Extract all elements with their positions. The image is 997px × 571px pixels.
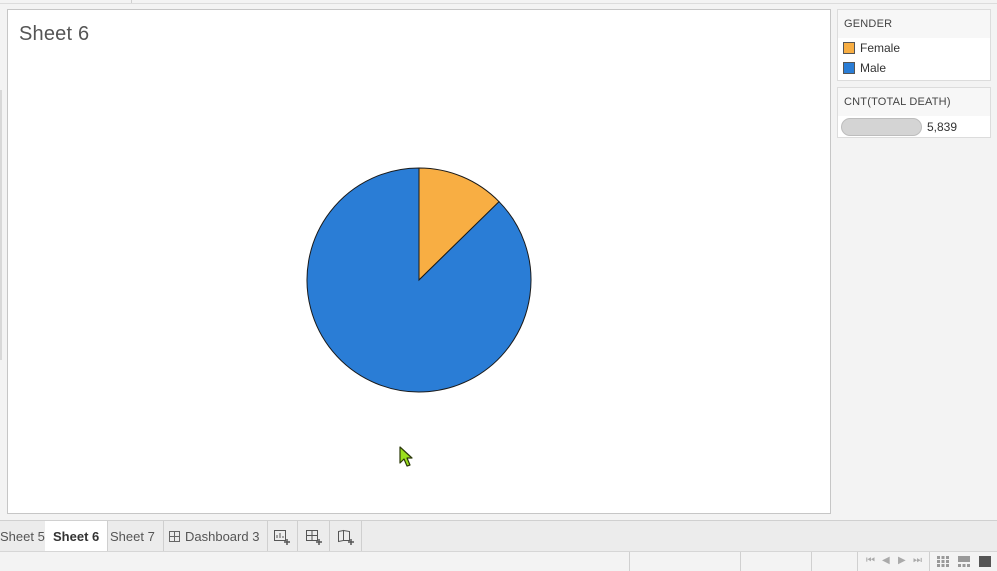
new-story-button[interactable] <box>330 521 362 552</box>
left-pane-edge <box>0 90 2 360</box>
worksheet-canvas[interactable]: Sheet 6 <box>7 9 831 514</box>
prev-page-icon[interactable]: ◀ <box>882 555 890 566</box>
legend-item-male[interactable]: Male <box>838 58 990 78</box>
new-worksheet-icon <box>273 529 290 545</box>
color-legend-title: GENDER <box>838 10 990 38</box>
status-divider <box>740 552 741 571</box>
sheet-tab-bar: Sheet 5 Sheet 6 Sheet 7 Dashboard 3 <box>0 520 997 552</box>
new-dashboard-icon <box>305 529 322 545</box>
tab-label: Dashboard 3 <box>185 529 260 544</box>
tab-sheet-6[interactable]: Sheet 6 <box>45 521 109 552</box>
size-legend-title: CNT(TOTAL DEATH) <box>838 88 990 116</box>
size-legend-item[interactable]: 5,839 <box>838 116 990 138</box>
tab-label: Sheet 7 <box>110 529 155 544</box>
status-divider <box>857 552 858 571</box>
new-dashboard-button[interactable] <box>298 521 330 552</box>
new-story-icon <box>337 529 354 545</box>
mouse-cursor-icon <box>399 446 413 467</box>
status-bar: ⏮ ◀ ▶ ⏭ <box>0 551 997 571</box>
size-legend-value: 5,839 <box>927 120 958 134</box>
top-toolbar-edge <box>0 0 997 4</box>
size-legend-bar <box>841 118 922 136</box>
status-divider <box>929 552 930 571</box>
pie-chart[interactable] <box>8 10 830 513</box>
last-page-icon[interactable]: ⏭ <box>913 555 922 566</box>
tab-sheet-7[interactable]: Sheet 7 <box>102 521 164 552</box>
first-page-icon[interactable]: ⏮ <box>866 555 875 566</box>
grid-view-icon[interactable] <box>937 556 949 567</box>
status-divider <box>629 552 630 571</box>
top-toolbar-segment <box>0 0 132 3</box>
filmstrip-view-icon[interactable] <box>958 556 970 567</box>
legend-item-label: Male <box>860 61 887 75</box>
next-page-icon[interactable]: ▶ <box>898 555 906 566</box>
size-legend: CNT(TOTAL DEATH) 5,839 <box>837 87 991 138</box>
status-divider <box>811 552 812 571</box>
legend-swatch <box>843 62 855 74</box>
legend-item-label: Female <box>860 41 901 55</box>
tab-label: Sheet 5 <box>0 529 45 544</box>
tab-dashboard-3[interactable]: Dashboard 3 <box>161 521 269 552</box>
color-legend: GENDER Female Male <box>837 9 991 81</box>
new-worksheet-button[interactable] <box>266 521 298 552</box>
dashboard-icon <box>169 531 180 542</box>
legend-item-female[interactable]: Female <box>838 38 990 58</box>
tab-view-icon[interactable] <box>979 556 991 567</box>
legend-swatch <box>843 42 855 54</box>
tab-label: Sheet 6 <box>53 529 100 544</box>
